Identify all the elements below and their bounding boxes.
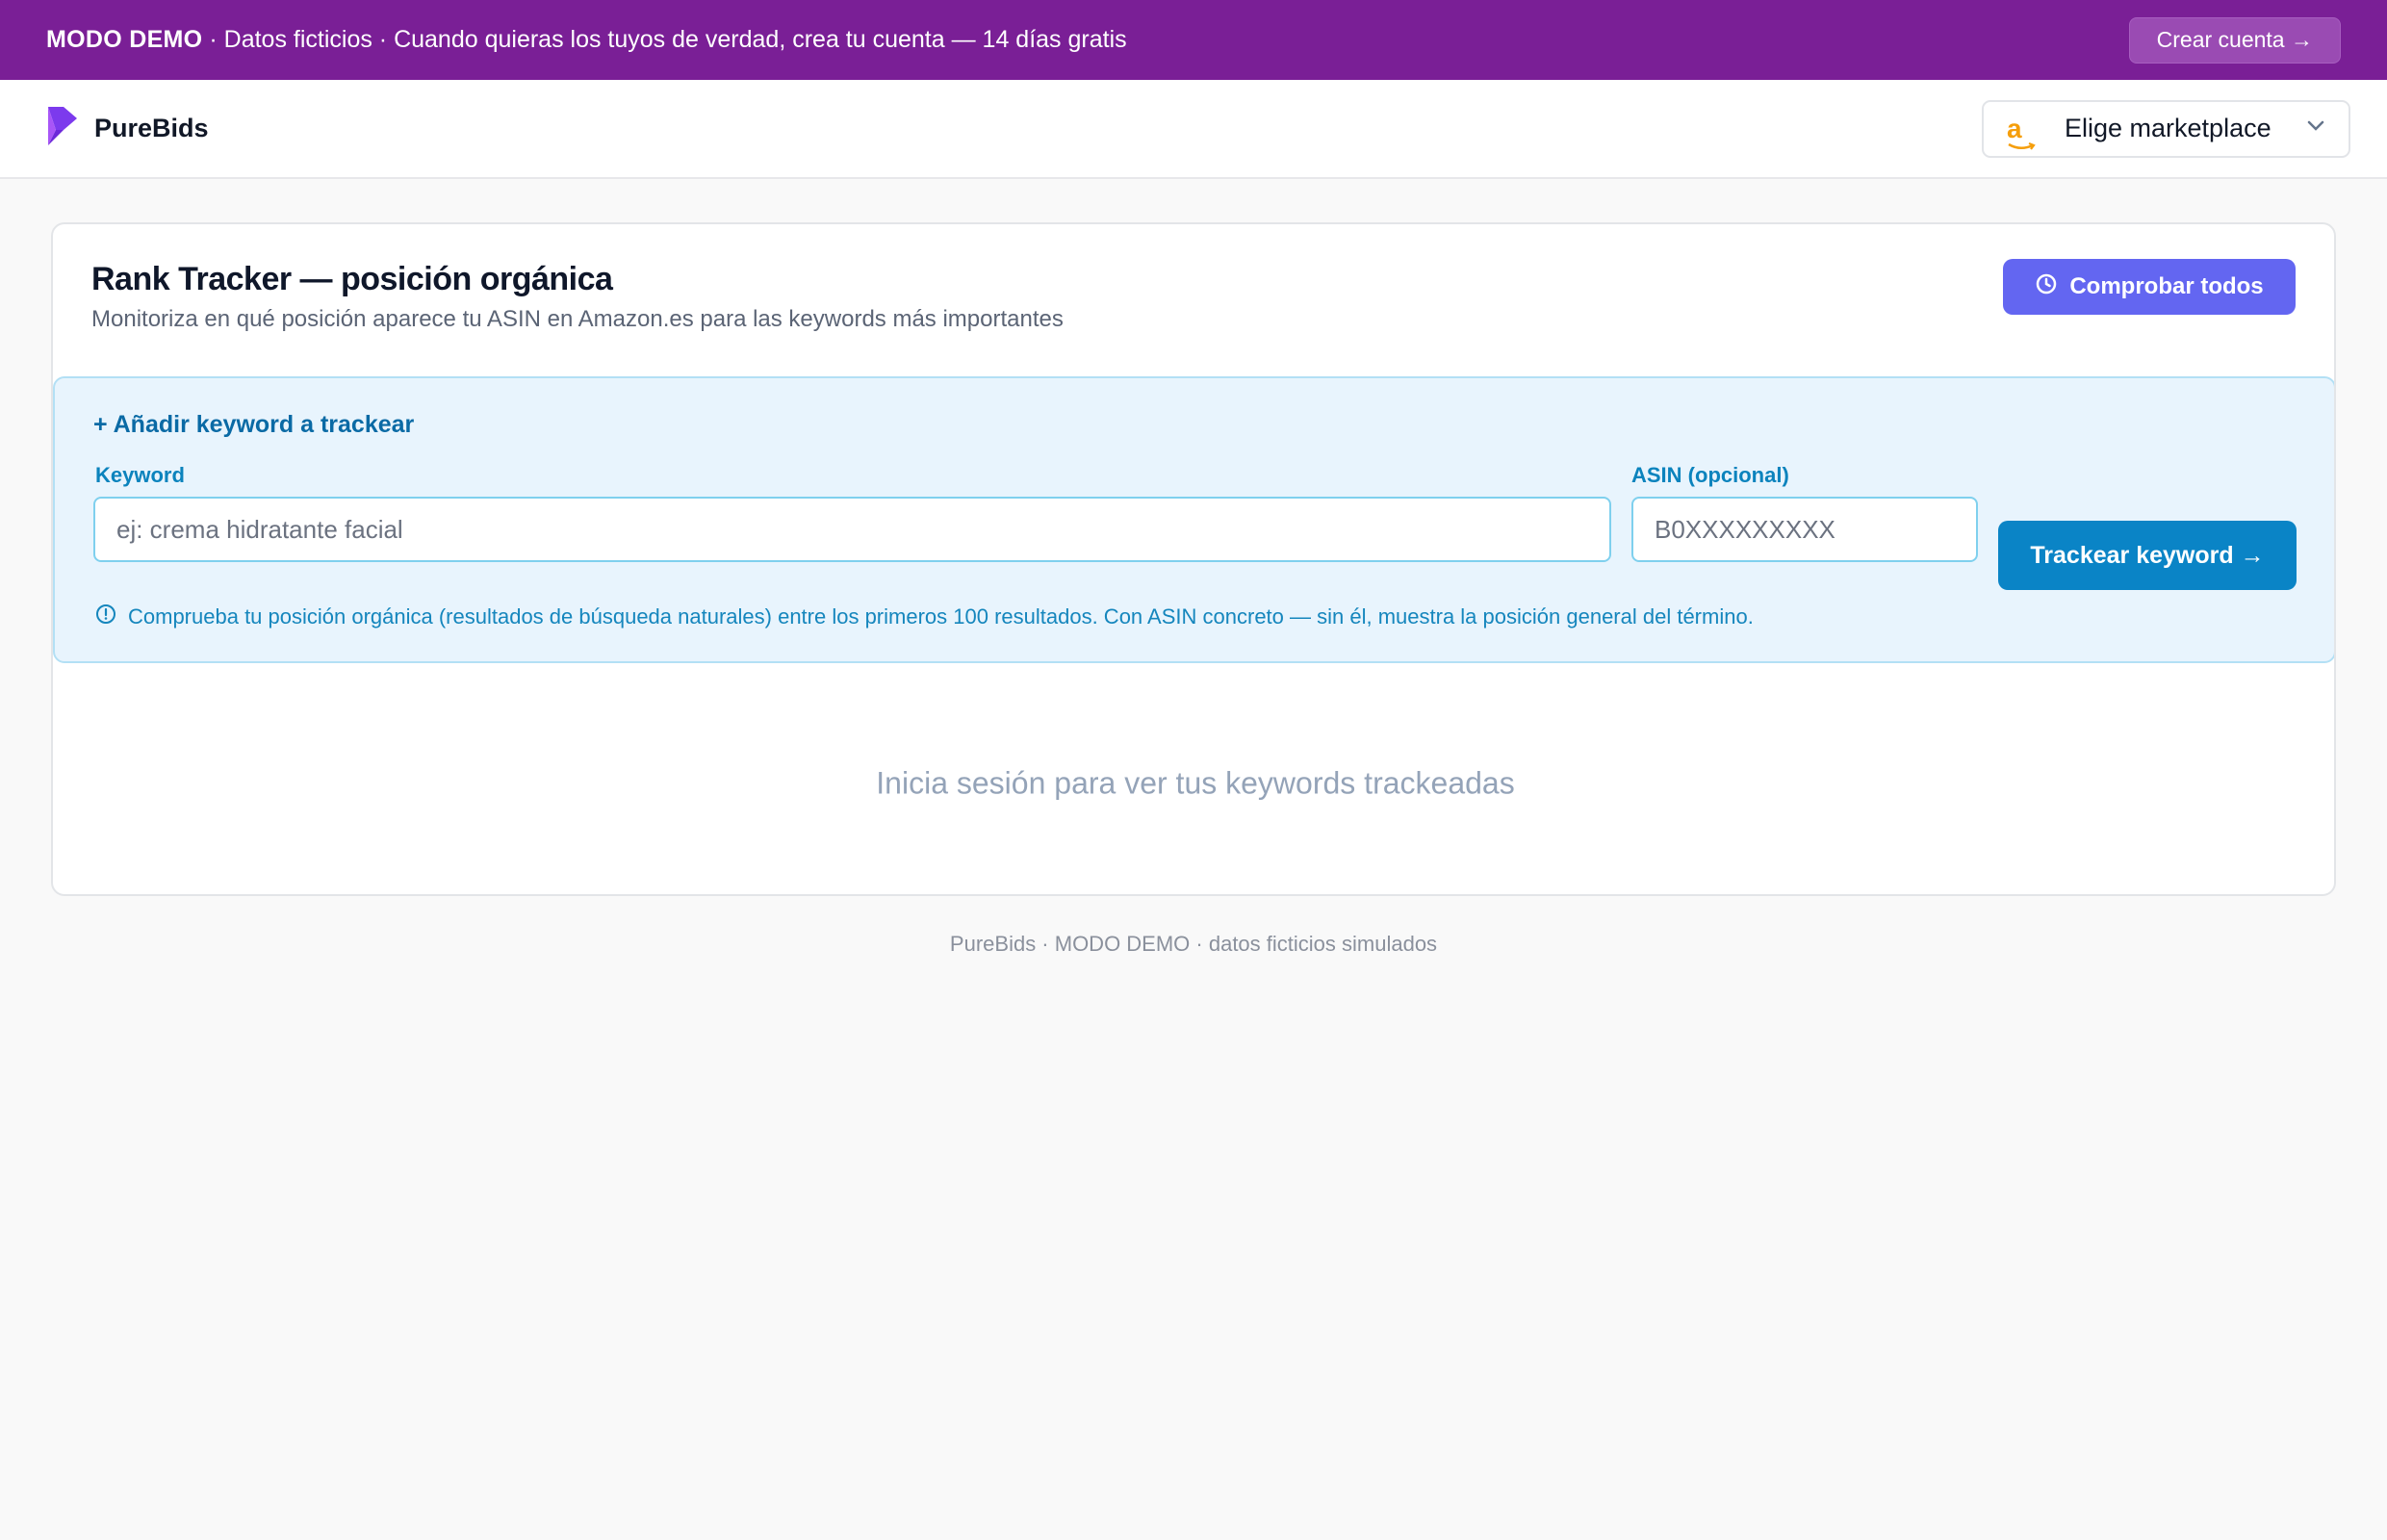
page-title: Rank Tracker — posición orgánica (91, 261, 613, 297)
info-text: Comprueba tu posición orgánica (resultad… (128, 603, 1754, 629)
clock-icon (2035, 272, 2058, 302)
check-all-label: Comprobar todos (2069, 273, 2264, 299)
marketplace-label: Elige marketplace (2065, 114, 2272, 142)
demo-banner-text: MODO DEMO · Datos ficticios · Cuando qui… (46, 26, 1127, 54)
amazon-logo-icon: a (2007, 114, 2036, 150)
add-keyword-title: + Añadir keyword a trackear (93, 411, 415, 438)
asin-label: ASIN (opcional) (1631, 463, 1789, 487)
rank-tracker-card: Rank Tracker — posición orgánica Monitor… (51, 222, 2336, 896)
add-keyword-panel: + Añadir keyword a trackear Keyword ASIN… (53, 376, 2334, 663)
info-icon (95, 603, 116, 629)
create-account-button[interactable]: Crear cuenta → (2128, 16, 2341, 64)
empty-state-message: Inicia sesión para ver tus keywords trac… (876, 765, 1515, 801)
info-note: Comprueba tu posición orgánica (resultad… (95, 603, 1754, 629)
demo-banner-message: · Datos ficticios · Cuando quieras los t… (202, 26, 1127, 53)
demo-banner: MODO DEMO · Datos ficticios · Cuando qui… (0, 0, 2387, 80)
asin-input[interactable] (1631, 497, 1978, 562)
marketplace-selector[interactable]: a Elige marketplace (1982, 99, 2350, 158)
page-subtitle: Monitoriza en qué posición aparece tu AS… (91, 306, 1064, 332)
footer-text: PureBids · MODO DEMO · datos ficticios s… (949, 932, 1438, 956)
demo-mode-label: MODO DEMO (46, 26, 203, 53)
keyword-input[interactable] (93, 497, 1611, 562)
brand-name: PureBids (94, 114, 209, 142)
top-navigation-bar: PureBids a Elige marketplace (0, 80, 2387, 179)
track-keyword-button[interactable]: Trackear keyword → (1998, 521, 2297, 590)
purebids-logo-icon (44, 105, 79, 152)
keyword-label: Keyword (95, 463, 185, 487)
chevron-down-icon (2306, 119, 2325, 138)
check-all-button[interactable]: Comprobar todos (2003, 259, 2296, 315)
brand[interactable]: PureBids (44, 105, 209, 152)
